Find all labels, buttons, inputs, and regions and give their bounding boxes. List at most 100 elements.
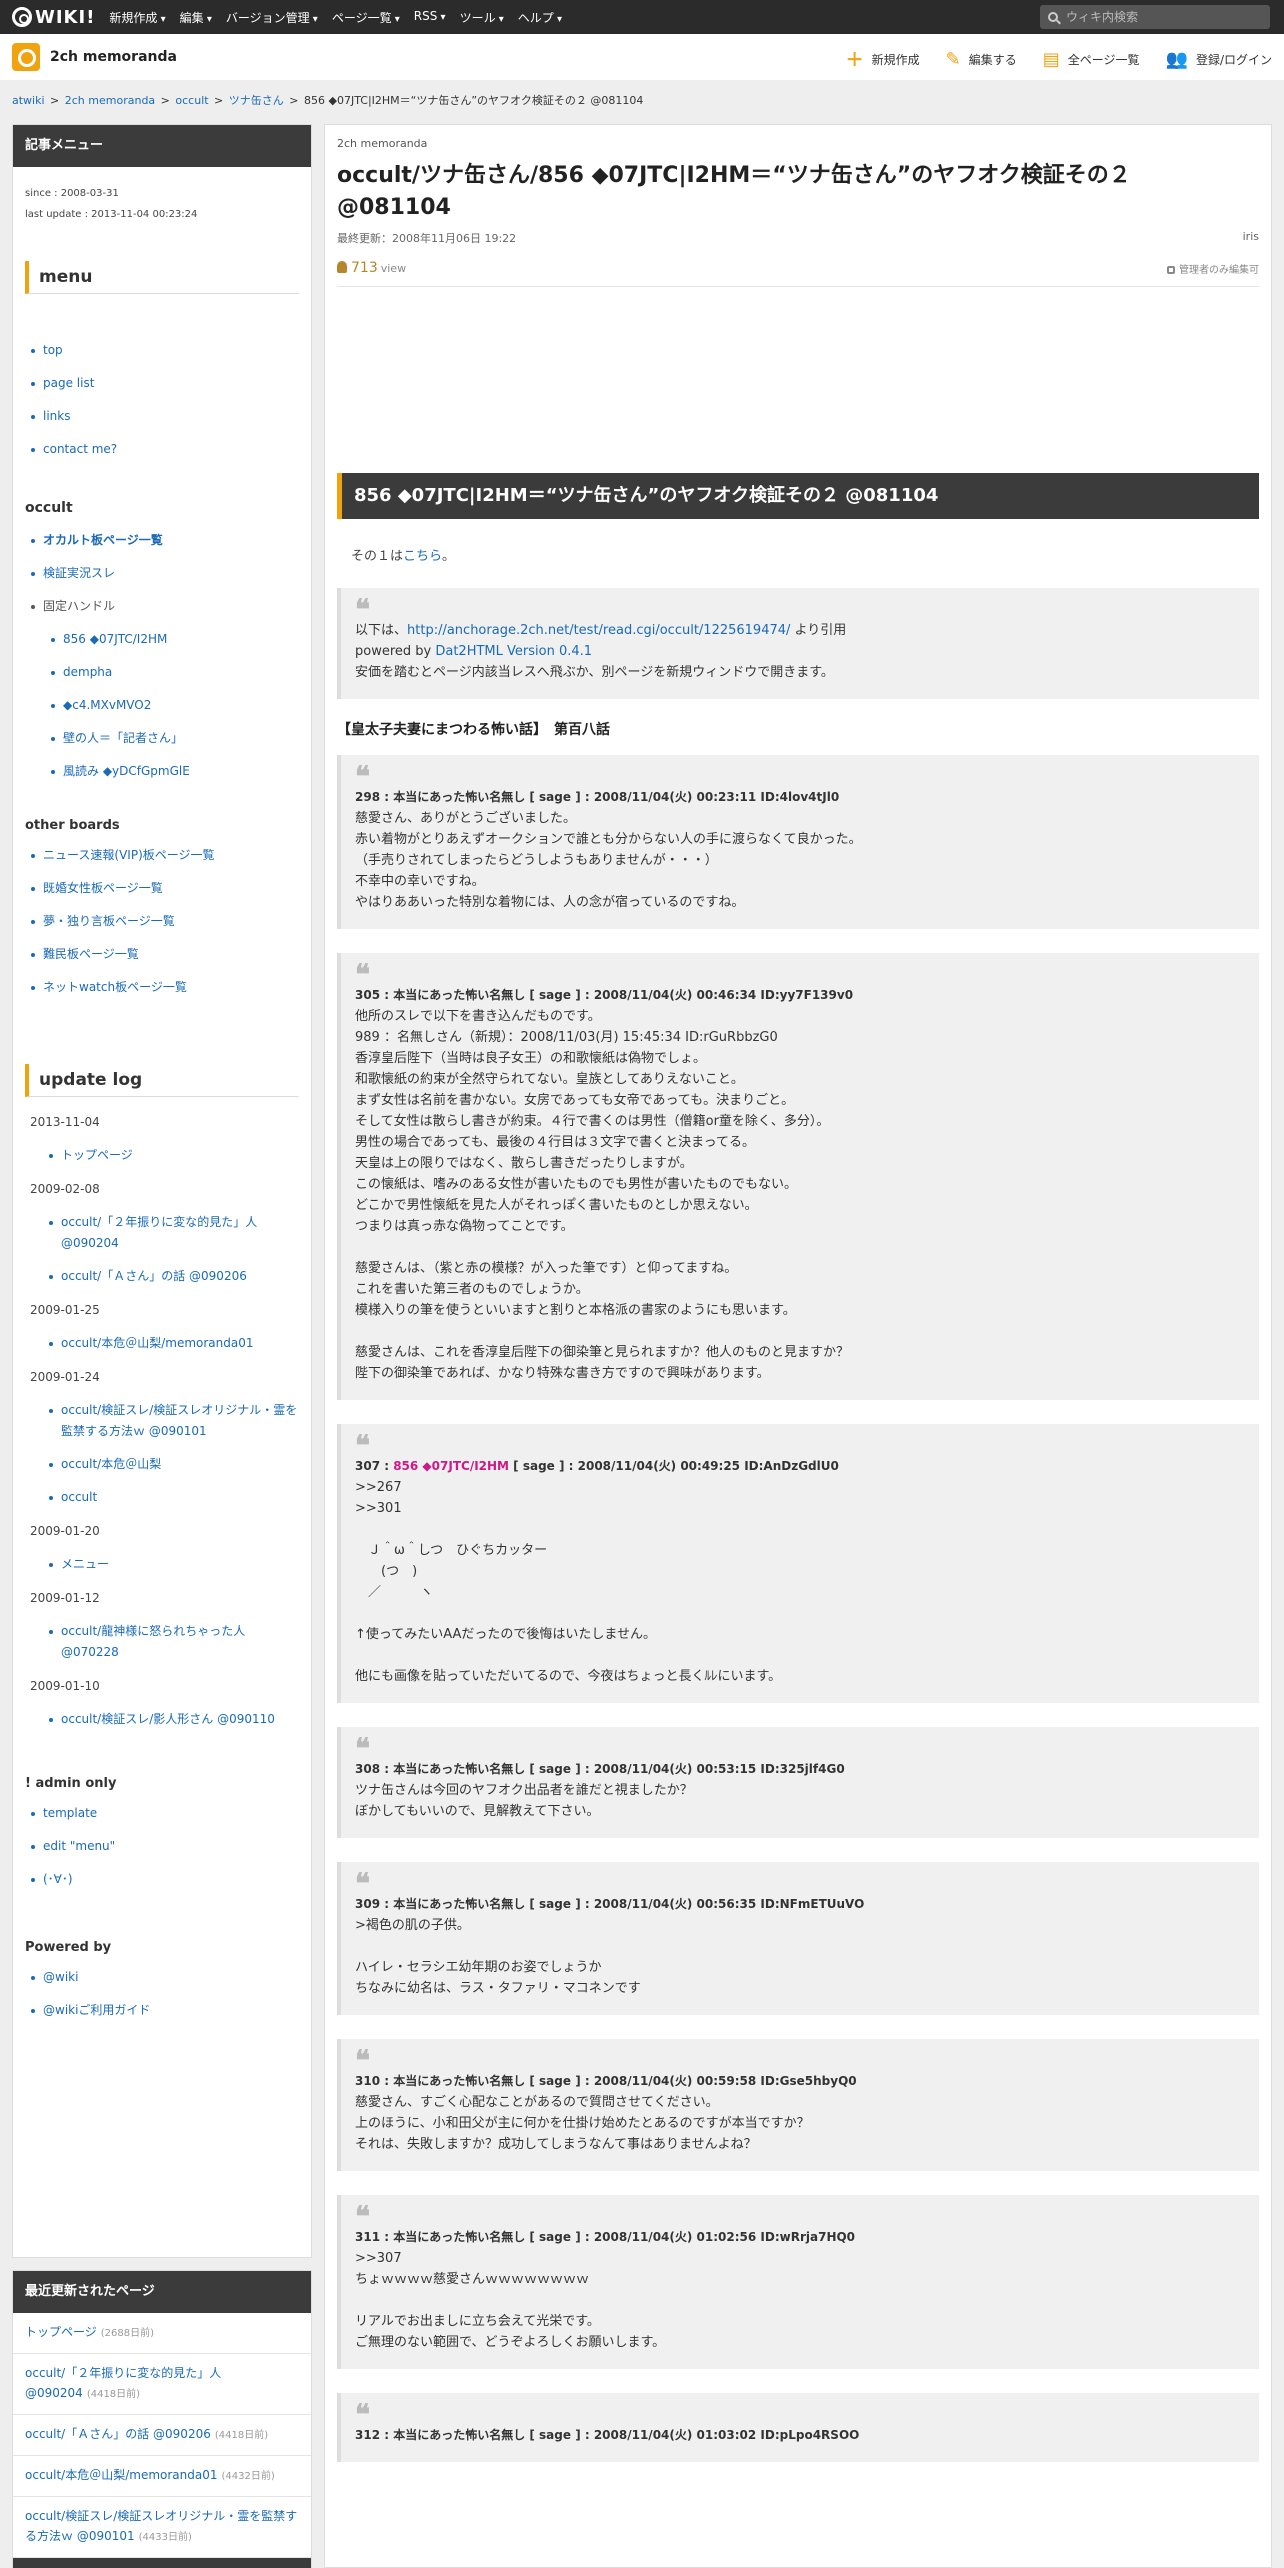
board-item[interactable]: 難民板ページ一覧 xyxy=(31,938,311,971)
page-author[interactable]: iris xyxy=(1243,230,1259,246)
occult-page-list[interactable]: オカルト板ページ一覧 xyxy=(31,524,311,557)
admin-item[interactable]: edit "menu" xyxy=(31,1830,311,1863)
search-input[interactable] xyxy=(1066,10,1256,24)
breadcrumb-site[interactable]: 2ch memoranda xyxy=(65,94,155,107)
board-item[interactable]: 夢・独り言板ページ一覧 xyxy=(31,905,311,938)
site-title[interactable]: 2ch memoranda xyxy=(50,49,177,65)
update-item-label: トップページ xyxy=(61,1148,133,1162)
top-nav: 新規作成 編集 バージョン管理 ページ一覧 RSS ツール ヘルプ xyxy=(109,9,576,26)
all-pages-button[interactable]: ▤ 全ページ一覧 xyxy=(1043,46,1140,72)
menu-item-top[interactable]: top xyxy=(31,334,311,367)
recent-item[interactable]: トップページ (2688日前) xyxy=(13,2313,311,2354)
handle-item[interactable]: dempha xyxy=(51,656,311,689)
nav-version[interactable]: バージョン管理 xyxy=(226,9,318,26)
occult-verify-thread[interactable]: 検証実況スレ xyxy=(31,557,311,590)
handle-item[interactable]: 壁の人＝「記者さん」 xyxy=(51,722,311,755)
dat2html-link[interactable]: Dat2HTML Version 0.4.1 xyxy=(435,644,592,659)
board-item[interactable]: ネットwatch板ページ一覧 xyxy=(31,971,311,1004)
wiki-search[interactable] xyxy=(1040,5,1270,29)
nav-help[interactable]: ヘルプ xyxy=(518,9,562,26)
nav-page-list[interactable]: ページ一覧 xyxy=(332,9,400,26)
update-item[interactable]: occult/「２年振りに変な的見た」人 @090204 xyxy=(49,1206,301,1260)
update-item[interactable]: occult/龍神様に怒られちゃった人 @070228 xyxy=(49,1615,301,1669)
update-item[interactable]: occult/本危＠山梨/memoranda01 xyxy=(49,1327,301,1360)
recent-item[interactable]: occult/「Ａさん」の話 @090206 (4418日前) xyxy=(13,2415,311,2456)
handle-item-label: ◆c4.MXvMVO2 xyxy=(63,698,152,712)
reply-anchor-link[interactable]: >>267 xyxy=(355,1477,1245,1498)
login-button[interactable]: 👥 登録/ログイン xyxy=(1166,46,1272,72)
handle-item[interactable]: ◆c4.MXvMVO2 xyxy=(51,689,311,722)
handle-item[interactable]: 856 ◆07JTC/I2HM xyxy=(51,623,311,656)
post-line: 上のほうに、小和田父が主に何かを仕掛け始めたとあるのですが本当ですか？ xyxy=(355,2116,810,2131)
menu-item-links[interactable]: links xyxy=(31,400,311,433)
menu-item-contact[interactable]: contact me? xyxy=(31,433,311,466)
admin-item-label: template xyxy=(43,1806,98,1820)
admin-list: template edit "menu" (･∀･) xyxy=(31,1797,311,1896)
update-item[interactable]: occult/検証スレ/検証スレオリジナル・霊を監禁する方法ｗ @090101 xyxy=(49,1394,301,1448)
menu-item-page-list[interactable]: page list xyxy=(31,367,311,400)
update-item[interactable]: occult/検証スレ/影人形さん @090110 xyxy=(49,1703,301,1736)
powered-list: @wiki @wikiご利用ガイド xyxy=(31,1961,311,2027)
powered-item-label: @wiki xyxy=(43,1970,79,1984)
powered-item[interactable]: @wiki xyxy=(31,1961,311,1994)
admin-item[interactable]: template xyxy=(31,1797,311,1830)
update-item[interactable]: トップページ xyxy=(49,1139,301,1172)
reply-anchor-link[interactable]: >>301 xyxy=(355,1498,1245,1519)
breadcrumb-atwiki[interactable]: atwiki xyxy=(12,94,45,107)
recent-item-ago: (4433日前) xyxy=(138,2532,192,2543)
recent-item[interactable]: occult/本危＠山梨/memoranda01 (4432日前) xyxy=(13,2456,311,2497)
update-date: 2009-01-10 xyxy=(30,1679,100,1693)
post-line: 他所のスレで以下を書き込んだものです。 xyxy=(355,1009,601,1024)
nav-tools[interactable]: ツール xyxy=(460,9,504,26)
new-page-button[interactable]: ＋ 新規作成 xyxy=(846,46,920,72)
breadcrumb-tunakan[interactable]: ツナ缶さん xyxy=(229,94,284,107)
update-item[interactable]: occult xyxy=(49,1481,301,1514)
recent-item-ago: (4432日前) xyxy=(221,2471,275,2482)
post: ❝ 311 : 本当にあった怖い名無し [ sage ] : 2008/11/04… xyxy=(337,2195,1259,2369)
post-line: >褐色の肌の子供。 xyxy=(355,1918,470,1933)
nav-new[interactable]: 新規作成 xyxy=(109,9,165,26)
source-quote: ❝ 以下は、http://anchorage.2ch.net/test/read… xyxy=(337,588,1259,699)
recent-footer xyxy=(13,2558,311,2568)
handle-item-label: 風読み ◆yDCfGpmGlE xyxy=(63,764,190,778)
update-log: 2013-11-04 トップページ 2009-02-08 occult/「２年振… xyxy=(13,1105,311,1736)
nav-edit[interactable]: 編集 xyxy=(180,9,212,26)
edit-button[interactable]: ✎ 編集する xyxy=(946,46,1017,72)
update-item[interactable]: occult/本危＠山梨 xyxy=(49,1448,301,1481)
board-item[interactable]: 既婚女性板ページ一覧 xyxy=(31,872,311,905)
nav-rss[interactable]: RSS xyxy=(414,9,446,26)
post-header: 309 : 本当にあった怖い名無し [ sage ] : 2008/11/04(… xyxy=(355,1897,865,1911)
breadcrumb-occult[interactable]: occult xyxy=(175,94,208,107)
intro-link[interactable]: こちら xyxy=(403,549,442,564)
user-add-icon: 👥 xyxy=(1165,48,1188,70)
update-date: 2009-02-08 xyxy=(30,1182,100,1196)
page-title: occult/ツナ缶さん/856 ◆07JTC|I2HM＝“ツナ缶さん”のヤフオ… xyxy=(337,163,1131,220)
recent-item[interactable]: occult/検証スレ/検証スレオリジナル・霊を監禁する方法ｗ @090101(… xyxy=(13,2497,311,2558)
recent-item-title: トップページ xyxy=(25,2325,97,2339)
update-item[interactable]: メニュー xyxy=(49,1548,301,1581)
update-item[interactable]: occult/「Ａさん」の話 @090206 xyxy=(49,1260,301,1293)
edit-permission-text: 管理者のみ編集可 xyxy=(1179,264,1259,276)
post-list: ❝ 298 : 本当にあった怖い名無し [ sage ] : 2008/11/04… xyxy=(325,755,1271,2462)
reply-anchor-link[interactable]: >>307 xyxy=(355,2248,1245,2269)
post-line: ／ ヽ xyxy=(355,1585,434,1600)
powered-item[interactable]: @wikiご利用ガイド xyxy=(31,1994,311,2027)
main-content: 2ch memoranda occult/ツナ缶さん/856 ◆07JTC|I2… xyxy=(324,124,1272,2568)
update-date: 2009-01-25 xyxy=(30,1303,100,1317)
post-line xyxy=(355,1645,1245,1666)
recent-item-ago: (4418日前) xyxy=(86,2389,141,2400)
post-line: ハイレ・セラシエ幼年期のお姿でしょうか xyxy=(355,1960,602,1975)
post-line: ちょｗｗｗｗ慈愛さんｗｗｗｗｗｗｗｗ xyxy=(355,2272,590,2287)
header-actions: ＋ 新規作成 ✎ 編集する ▤ 全ページ一覧 👥 登録/ログイン xyxy=(820,46,1272,72)
board-item[interactable]: ニュース速報(VIP)板ページ一覧 xyxy=(31,839,311,872)
source-url-link[interactable]: http://anchorage.2ch.net/test/read.cgi/o… xyxy=(407,623,790,638)
admin-item[interactable]: (･∀･) xyxy=(31,1863,311,1896)
update-date: 2009-01-12 xyxy=(30,1591,100,1605)
admin-title: ! admin only xyxy=(25,1776,117,1791)
site-logo-icon[interactable] xyxy=(12,43,40,71)
recent-item[interactable]: occult/「２年振りに変な的見た」人 @090204 (4418日前) xyxy=(13,2354,311,2415)
page-site-label: 2ch memoranda xyxy=(337,137,428,150)
atwiki-logo[interactable]: WIKI! xyxy=(12,7,95,28)
handle-item[interactable]: 風読み ◆yDCfGpmGlE xyxy=(51,755,311,788)
admin-item-label: edit "menu" xyxy=(43,1839,116,1853)
